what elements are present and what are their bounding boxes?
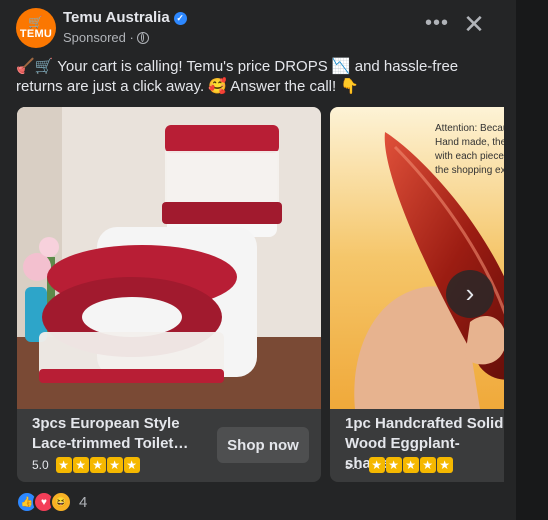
sponsored-line: Sponsored ·	[63, 30, 149, 45]
page-name-label: Temu Australia	[63, 9, 170, 26]
star-icon: ★	[368, 457, 385, 473]
haha-icon: 😆	[50, 491, 72, 513]
post-text: 🪠🛒 Your cart is calling! Temu's price DR…	[16, 58, 459, 95]
more-options-button[interactable]: •••	[425, 13, 449, 38]
star-icon: ★	[123, 457, 140, 473]
scroll-gutter	[516, 0, 548, 520]
product-title[interactable]: 3pcs European Style Lace-trimmed Toilet…	[32, 414, 202, 454]
cart-icon: 🛒	[28, 14, 44, 29]
reaction-count: 4	[79, 493, 88, 511]
rating-value: 5.0	[32, 458, 49, 472]
carousel-next-button[interactable]: ›	[446, 270, 494, 318]
star-icon: ★	[419, 457, 436, 473]
star-icon: ★	[89, 457, 106, 473]
sponsored-label: Sponsored ·	[63, 30, 134, 45]
close-button[interactable]: ✕	[462, 11, 486, 37]
sponsored-post: 🛒 TEMU Temu Australia ✓ Sponsored · ••• ✕…	[0, 0, 516, 520]
star-rating: ★ ★ ★ ★ ★	[368, 457, 453, 473]
star-icon: ★	[436, 457, 453, 473]
product-rating: 5.0 ★ ★ ★ ★ ★	[345, 457, 453, 473]
post-header: 🛒 TEMU Temu Australia ✓ Sponsored · ••• ✕	[16, 8, 500, 48]
product-image-toilet-cover[interactable]	[17, 107, 321, 409]
reactions-summary[interactable]: 👍 ♥ 😆 4	[16, 491, 87, 513]
star-icon: ★	[72, 457, 89, 473]
product-rating: 5.0 ★ ★ ★ ★ ★	[32, 457, 140, 473]
star-icon: ★	[385, 457, 402, 473]
product-image-caption: Attention: Because it is made of solid w…	[435, 123, 504, 176]
verified-badge-icon: ✓	[173, 12, 187, 25]
shop-now-button[interactable]: Shop now	[217, 427, 309, 463]
avatar-text: TEMU	[19, 27, 53, 40]
star-rating: ★ ★ ★ ★ ★	[55, 457, 140, 473]
globe-icon	[136, 32, 149, 44]
avatar[interactable]: 🛒 TEMU	[16, 8, 56, 48]
star-icon: ★	[402, 457, 419, 473]
carousel-card[interactable]: 3pcs European Style Lace-trimmed Toilet……	[17, 107, 321, 482]
star-icon: ★	[55, 457, 72, 473]
rating-value: 5.0	[345, 458, 362, 472]
page-name[interactable]: Temu Australia ✓	[63, 9, 187, 26]
product-carousel: 3pcs European Style Lace-trimmed Toilet……	[17, 107, 504, 482]
star-icon: ★	[106, 457, 123, 473]
